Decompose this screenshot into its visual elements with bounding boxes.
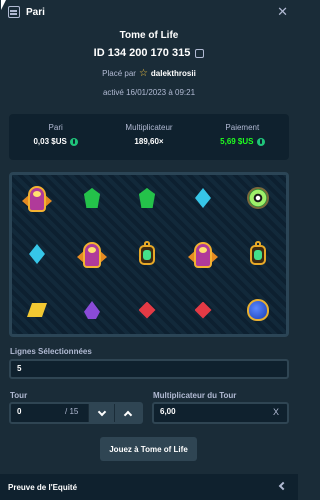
eye-orb-icon (247, 187, 269, 209)
wild-icon (77, 238, 107, 270)
chevron-left-icon (278, 481, 288, 491)
stat-payout-value: 5,69 $US (220, 137, 254, 146)
bet-id: ID 134 200 170 315 (93, 47, 191, 59)
stat-bet-value: 0,03 $US (33, 137, 67, 146)
round-multiplier-value: 6,00 (160, 407, 176, 416)
stat-payout-value-row: 5,69 $US (196, 137, 289, 146)
lines-label: Lignes Sélectionnées (10, 347, 92, 356)
amulet-symbol (130, 237, 164, 271)
fairness-footer[interactable]: Preuve de l'Equité (0, 474, 298, 500)
round-multiplier-input[interactable]: 6,00 X (152, 402, 289, 424)
tour-decrement-button[interactable] (87, 404, 115, 422)
tour-input[interactable]: 0 / 15 (11, 404, 88, 422)
multiplier-x-suffix: X (272, 407, 279, 417)
placed-by-label: Placé par (102, 69, 136, 78)
beetle-symbol (241, 293, 275, 327)
lines-value: 5 (17, 364, 22, 373)
amulet-icon (248, 241, 268, 267)
bet-id-row: ID 134 200 170 315 (0, 47, 298, 59)
purple-gem-icon (84, 301, 100, 319)
currency-icon (256, 137, 265, 146)
amulet-icon (137, 241, 157, 267)
stat-multiplier-value: 189,60× (134, 137, 164, 146)
bet-info: Tome of Life ID 134 200 170 315 Placé pa… (0, 28, 298, 97)
bet-slip-icon (8, 6, 20, 18)
wild-symbol (20, 181, 54, 215)
stat-payout-label: Paiement (225, 123, 260, 132)
green-gem-symbol (130, 181, 164, 215)
green-gem-symbol (75, 181, 109, 215)
tour-stepper: 0 / 15 (9, 402, 143, 424)
round-multiplier-label: Multiplicateur du Tour (153, 391, 237, 400)
red-gem-symbol (130, 293, 164, 327)
wild-icon (188, 238, 218, 270)
stat-payout: Paiement 5,69 $US (196, 114, 289, 160)
stat-bet-value-row: 0,03 $US (9, 137, 102, 146)
fairness-label: Preuve de l'Equité (8, 482, 78, 492)
currency-icon (69, 137, 78, 146)
activated-timestamp: activé 16/01/2023 à 09:21 (102, 88, 196, 97)
wild-symbol (186, 237, 220, 271)
stat-multiplier: Multiplicateur 189,60× (102, 114, 195, 160)
yellow-gem-symbol (20, 293, 54, 327)
purple-gem-symbol (75, 293, 109, 327)
wild-icon (22, 182, 52, 214)
modal-title: Pari (26, 6, 45, 18)
modal-header: Pari ✕ (0, 0, 298, 24)
red-gem-icon (194, 301, 212, 319)
red-gem-icon (138, 301, 156, 319)
orb-symbol (241, 181, 275, 215)
game-title[interactable]: Tome of Life (0, 30, 298, 41)
stat-bet-label: Pari (48, 123, 63, 132)
tour-value: 0 (17, 407, 22, 416)
tour-increment-button[interactable] (114, 404, 141, 422)
wild-symbol (75, 237, 109, 271)
cyan-gem-icon (29, 244, 45, 264)
tour-label: Tour (10, 391, 28, 400)
play-game-button[interactable]: Jouez à Tome of Life (100, 437, 197, 461)
lines-input[interactable]: 5 (9, 359, 289, 379)
chevron-down-icon (97, 407, 106, 416)
cyan-gem-symbol (20, 237, 54, 271)
red-gem-symbol (186, 293, 220, 327)
chevron-up-icon (123, 410, 133, 419)
copy-icon[interactable] (195, 48, 205, 58)
placed-by-row: Placé par ☆ dalekthrosii (0, 68, 298, 79)
cyan-gem-icon (195, 188, 211, 208)
mouse-cursor (1, 0, 9, 10)
tour-total: / 15 (65, 407, 79, 416)
username-link[interactable]: dalekthrosii (151, 69, 196, 78)
cyan-gem-symbol (186, 181, 220, 215)
close-icon[interactable]: ✕ (277, 4, 288, 20)
scarab-icon (247, 299, 269, 321)
bet-stats-panel: Pari 0,03 $US Multiplicateur 189,60× Pai… (9, 114, 289, 160)
green-gem-icon (139, 188, 155, 208)
stat-bet: Pari 0,03 $US (9, 114, 102, 160)
amulet-symbol (241, 237, 275, 271)
stat-multiplier-label: Multiplicateur (125, 123, 173, 132)
green-gem-icon (84, 188, 100, 208)
star-icon: ☆ (138, 68, 148, 79)
yellow-gem-icon (27, 303, 47, 317)
slot-board (9, 172, 289, 337)
